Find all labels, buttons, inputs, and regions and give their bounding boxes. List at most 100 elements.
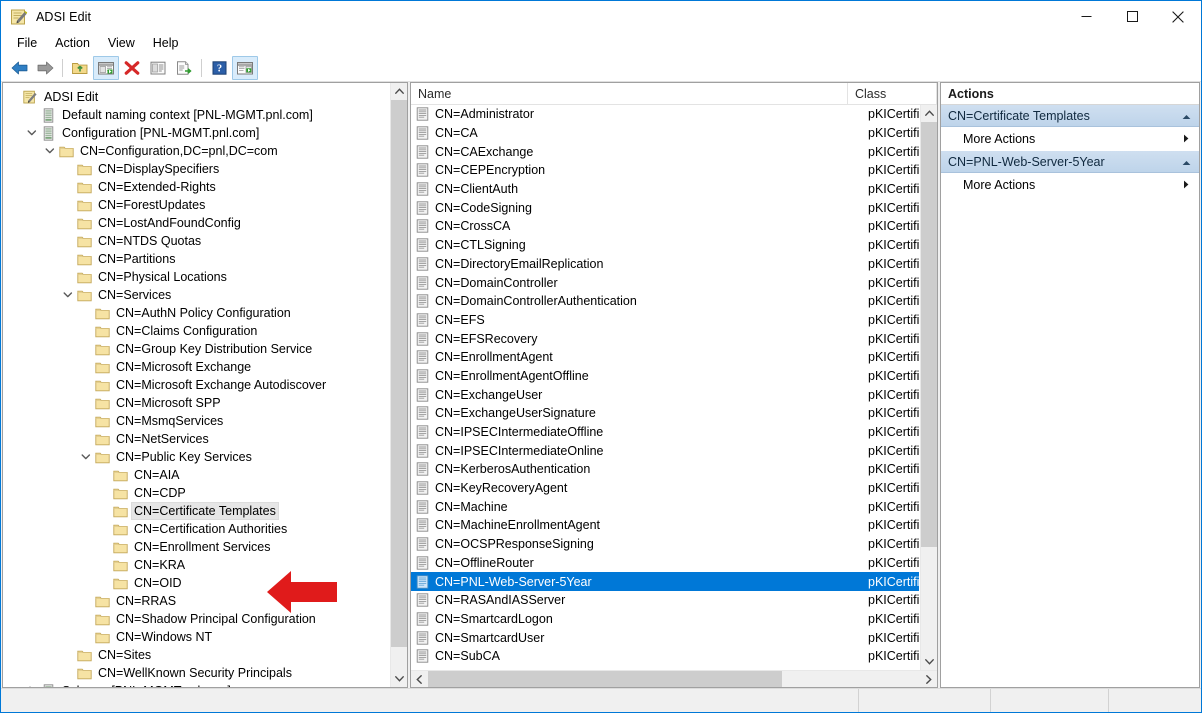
- tree-node[interactable]: CN=KRA: [3, 556, 389, 574]
- tree-node[interactable]: CN=RRAS: [3, 592, 389, 610]
- table-row[interactable]: CN=IPSECIntermediateOnline pKICertificat: [411, 441, 919, 460]
- tree-node[interactable]: ADSI Edit: [3, 88, 389, 106]
- table-row[interactable]: CN=ExchangeUserSignature pKICertificat: [411, 404, 919, 423]
- table-row[interactable]: CN=MachineEnrollmentAgent pKICertificat: [411, 516, 919, 535]
- table-row[interactable]: CN=KerberosAuthentication pKICertificat: [411, 460, 919, 479]
- back-icon[interactable]: [6, 56, 32, 80]
- table-row[interactable]: CN=ExchangeUser pKICertificat: [411, 385, 919, 404]
- table-row[interactable]: CN=DirectoryEmailReplication pKICertifica…: [411, 255, 919, 274]
- tree-vertical-scrollbar[interactable]: [390, 83, 407, 687]
- show-tree-icon[interactable]: [93, 55, 119, 80]
- list-hscroll-track[interactable]: [428, 671, 920, 687]
- up-folder-icon[interactable]: [67, 56, 93, 80]
- tree-node[interactable]: CN=Extended-Rights: [3, 178, 389, 196]
- delete-icon[interactable]: [119, 56, 145, 80]
- table-row[interactable]: CN=CEPEncryption pKICertificat: [411, 161, 919, 180]
- table-row[interactable]: CN=EFS pKICertificat: [411, 311, 919, 330]
- chevron-down-icon[interactable]: [24, 124, 40, 142]
- tree-node[interactable]: CN=Certification Authorities: [3, 520, 389, 538]
- table-row[interactable]: CN=SmartcardLogon pKICertificat: [411, 610, 919, 629]
- tree-node[interactable]: CN=WellKnown Security Principals: [3, 664, 389, 682]
- chevron-down-icon[interactable]: [42, 142, 58, 160]
- scroll-up-icon[interactable]: [921, 105, 937, 122]
- tree-node[interactable]: CN=Sites: [3, 646, 389, 664]
- tree-node[interactable]: CN=MsmqServices: [3, 412, 389, 430]
- menu-file[interactable]: File: [8, 34, 46, 52]
- tree-node[interactable]: CN=AIA: [3, 466, 389, 484]
- tree-node[interactable]: CN=Shadow Principal Configuration: [3, 610, 389, 628]
- list-horizontal-scrollbar[interactable]: [411, 670, 937, 687]
- actions-menu-item[interactable]: More Actions: [941, 173, 1199, 197]
- forward-icon[interactable]: [32, 56, 58, 80]
- scroll-up-icon[interactable]: [391, 83, 407, 100]
- tree-node[interactable]: CN=Group Key Distribution Service: [3, 340, 389, 358]
- menu-action[interactable]: Action: [46, 34, 99, 52]
- tree-node[interactable]: CN=Certificate Templates: [3, 502, 389, 520]
- properties-icon[interactable]: [145, 56, 171, 80]
- table-row[interactable]: CN=SmartcardUser pKICertificat: [411, 628, 919, 647]
- tree-node[interactable]: CN=DisplaySpecifiers: [3, 160, 389, 178]
- tree-node[interactable]: CN=Claims Configuration: [3, 322, 389, 340]
- minimize-button[interactable]: [1063, 1, 1109, 32]
- tree-node[interactable]: CN=Physical Locations: [3, 268, 389, 286]
- table-row[interactable]: CN=Administrator pKICertificat: [411, 105, 919, 124]
- actions-group-header[interactable]: CN=Certificate Templates: [941, 105, 1199, 127]
- tree-node[interactable]: CN=NTDS Quotas: [3, 232, 389, 250]
- table-row[interactable]: CN=CodeSigning pKICertificat: [411, 198, 919, 217]
- table-row[interactable]: CN=CTLSigning pKICertificat: [411, 236, 919, 255]
- tree-scroll-thumb[interactable]: [391, 100, 407, 648]
- tree-node[interactable]: CN=CDP: [3, 484, 389, 502]
- menu-help[interactable]: Help: [144, 34, 188, 52]
- tree-view[interactable]: ADSI Edit Default naming context [PNL-MGM…: [3, 83, 389, 687]
- list-scroll-track[interactable]: [921, 122, 937, 653]
- chevron-down-icon[interactable]: [78, 448, 94, 466]
- tree-node[interactable]: CN=Services: [3, 286, 389, 304]
- table-row[interactable]: CN=DomainControllerAuthentication pKICert…: [411, 292, 919, 311]
- table-row[interactable]: CN=ClientAuth pKICertificat: [411, 180, 919, 199]
- scroll-right-icon[interactable]: [920, 671, 937, 687]
- table-row[interactable]: CN=CA pKICertificat: [411, 124, 919, 143]
- collapse-group-icon[interactable]: [1182, 155, 1191, 169]
- tree-node[interactable]: CN=NetServices: [3, 430, 389, 448]
- maximize-button[interactable]: [1109, 1, 1155, 32]
- tree-node[interactable]: Default naming context [PNL-MGMT.pnl.com…: [3, 106, 389, 124]
- tree-node[interactable]: Configuration [PNL-MGMT.pnl.com]: [3, 124, 389, 142]
- table-row[interactable]: CN=OCSPResponseSigning pKICertificat: [411, 535, 919, 554]
- table-row[interactable]: CN=DomainController pKICertificat: [411, 273, 919, 292]
- actions-group-header[interactable]: CN=PNL-Web-Server-5Year: [941, 151, 1199, 173]
- tree-node[interactable]: CN=Enrollment Services: [3, 538, 389, 556]
- table-row[interactable]: CN=SubCA pKICertificat: [411, 647, 919, 666]
- chevron-down-icon[interactable]: [60, 286, 76, 304]
- scroll-left-icon[interactable]: [411, 671, 428, 687]
- table-row[interactable]: CN=OfflineRouter pKICertificat: [411, 554, 919, 573]
- table-row[interactable]: CN=EnrollmentAgent pKICertificat: [411, 348, 919, 367]
- close-button[interactable]: [1155, 1, 1201, 32]
- table-row[interactable]: CN=EnrollmentAgentOffline pKICertificat: [411, 367, 919, 386]
- table-row[interactable]: CN=RASAndIASServer pKICertificat: [411, 591, 919, 610]
- list-view[interactable]: CN=Administrator pKICertificat CN=CA pKICer…: [411, 105, 919, 670]
- scroll-down-icon[interactable]: [921, 653, 937, 670]
- table-row[interactable]: CN=CAExchange pKICertificat: [411, 142, 919, 161]
- tree-node[interactable]: CN=Public Key Services: [3, 448, 389, 466]
- table-row[interactable]: CN=CrossCA pKICertificat: [411, 217, 919, 236]
- column-header-name[interactable]: Name: [411, 83, 848, 104]
- chevron-right-icon[interactable]: [24, 682, 40, 687]
- tree-node[interactable]: CN=Microsoft Exchange Autodiscover: [3, 376, 389, 394]
- export-list-icon[interactable]: [171, 56, 197, 80]
- collapse-group-icon[interactable]: [1182, 109, 1191, 123]
- list-hscroll-thumb[interactable]: [428, 671, 783, 687]
- tree-node[interactable]: Schema [PNL-MGMT.pnl.com]: [3, 682, 389, 687]
- scroll-down-icon[interactable]: [391, 670, 407, 687]
- tree-node[interactable]: CN=LostAndFoundConfig: [3, 214, 389, 232]
- tree-node[interactable]: CN=ForestUpdates: [3, 196, 389, 214]
- tree-node[interactable]: CN=Windows NT: [3, 628, 389, 646]
- tree-node[interactable]: CN=Microsoft Exchange: [3, 358, 389, 376]
- table-row[interactable]: CN=KeyRecoveryAgent pKICertificat: [411, 479, 919, 498]
- list-vertical-scrollbar[interactable]: [920, 105, 937, 670]
- tree-node[interactable]: CN=OID: [3, 574, 389, 592]
- column-header-class[interactable]: Class: [848, 83, 937, 104]
- show-action-pane-icon[interactable]: [232, 55, 258, 80]
- menu-view[interactable]: View: [99, 34, 144, 52]
- tree-node[interactable]: CN=AuthN Policy Configuration: [3, 304, 389, 322]
- help-icon[interactable]: ?: [206, 56, 232, 80]
